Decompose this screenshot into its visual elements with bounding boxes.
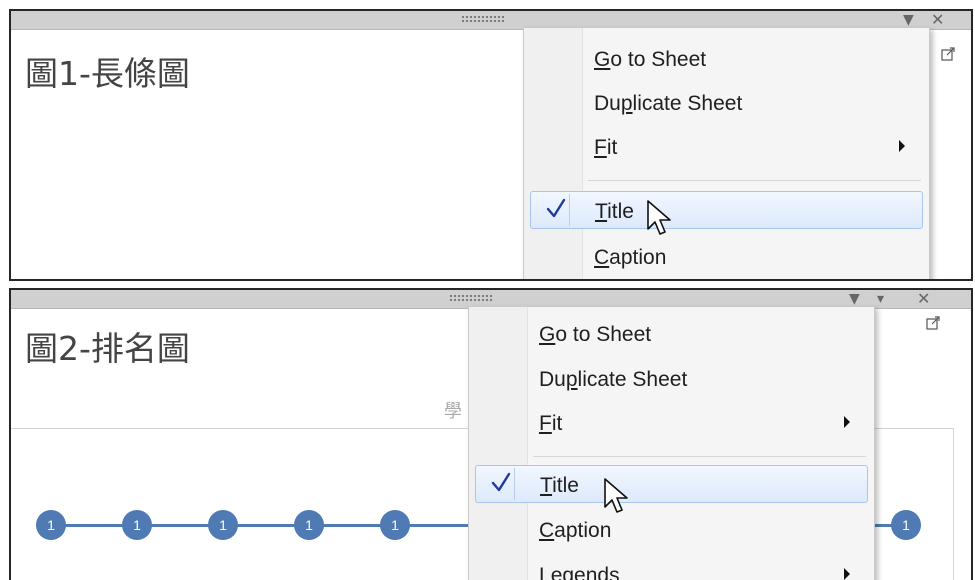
rank-node: 1 <box>36 510 66 540</box>
menu-item-fit[interactable]: Fit <box>475 404 868 442</box>
rank-node: 1 <box>208 510 238 540</box>
menu-item-label: Caption <box>594 246 667 269</box>
menu-item-legends[interactable]: Legends <box>475 556 868 580</box>
submenu-arrow-icon <box>844 568 850 580</box>
mouse-pointer-icon <box>604 478 628 513</box>
filter-icon[interactable]: ▾ <box>877 290 884 308</box>
rank-line <box>51 524 481 527</box>
rank-node: 1 <box>294 510 324 540</box>
menu-item-label: Duplicate Sheet <box>594 92 743 115</box>
close-icon[interactable]: ✕ <box>917 290 930 308</box>
popout-icon[interactable] <box>941 47 955 61</box>
rank-node: 1 <box>380 510 410 540</box>
menu-item-label: Go to Sheet <box>539 323 652 346</box>
submenu-arrow-icon <box>844 416 850 428</box>
submenu-arrow-icon <box>899 140 905 152</box>
sheet-panel-1: ▼ ✕ 圖1-長條圖 Go to Sheet Duplicate Sheet F… <box>9 9 973 281</box>
menu-item-label: Duplicate Sheet <box>539 368 688 391</box>
context-menu: Go to Sheet Duplicate Sheet Fit Title Ca… <box>523 27 930 279</box>
menu-separator <box>588 180 921 181</box>
mouse-pointer-icon <box>647 200 671 235</box>
menu-item-duplicate-sheet[interactable]: Duplicate Sheet <box>530 84 923 122</box>
menu-item-label: Legends <box>539 564 620 580</box>
close-icon[interactable]: ✕ <box>931 11 944 29</box>
menu-item-go-to-sheet[interactable]: Go to Sheet <box>475 315 868 353</box>
menu-item-label: Title <box>540 474 579 497</box>
rank-node: 1 <box>122 510 152 540</box>
popout-icon[interactable] <box>926 316 940 330</box>
drag-grip-icon[interactable] <box>449 294 493 302</box>
chart-partial-title: 學 <box>444 401 462 422</box>
menu-item-label: Fit <box>539 412 563 435</box>
menu-item-fit[interactable]: Fit <box>530 128 923 166</box>
menu-item-duplicate-sheet[interactable]: Duplicate Sheet <box>475 360 868 398</box>
menu-separator <box>533 456 866 457</box>
sheet-panel-2: ▼ ▾ ✕ 圖2-排名圖 學 1 1 1 1 1 1 Go to Sheet D… <box>9 288 973 580</box>
menu-item-label: Go to Sheet <box>594 48 707 71</box>
menu-item-title[interactable]: Title <box>530 191 923 229</box>
menu-item-go-to-sheet[interactable]: Go to Sheet <box>530 40 923 78</box>
context-menu: Go to Sheet Duplicate Sheet Fit Title Ca… <box>468 306 875 580</box>
menu-item-label: Caption <box>539 519 612 542</box>
rank-node: 1 <box>891 510 921 540</box>
menu-item-title[interactable]: Title <box>475 465 868 503</box>
checkmark-icon <box>546 198 566 218</box>
drag-grip-icon[interactable] <box>461 15 505 23</box>
sheet-title: 圖1-長條圖 <box>25 54 190 93</box>
menu-item-caption[interactable]: Caption <box>475 511 868 549</box>
sheet-title: 圖2-排名圖 <box>25 329 190 368</box>
menu-item-label: Title <box>595 200 634 223</box>
menu-item-caption[interactable]: Caption <box>530 238 923 276</box>
menu-item-label: Fit <box>594 136 618 159</box>
checkmark-icon <box>491 472 511 492</box>
